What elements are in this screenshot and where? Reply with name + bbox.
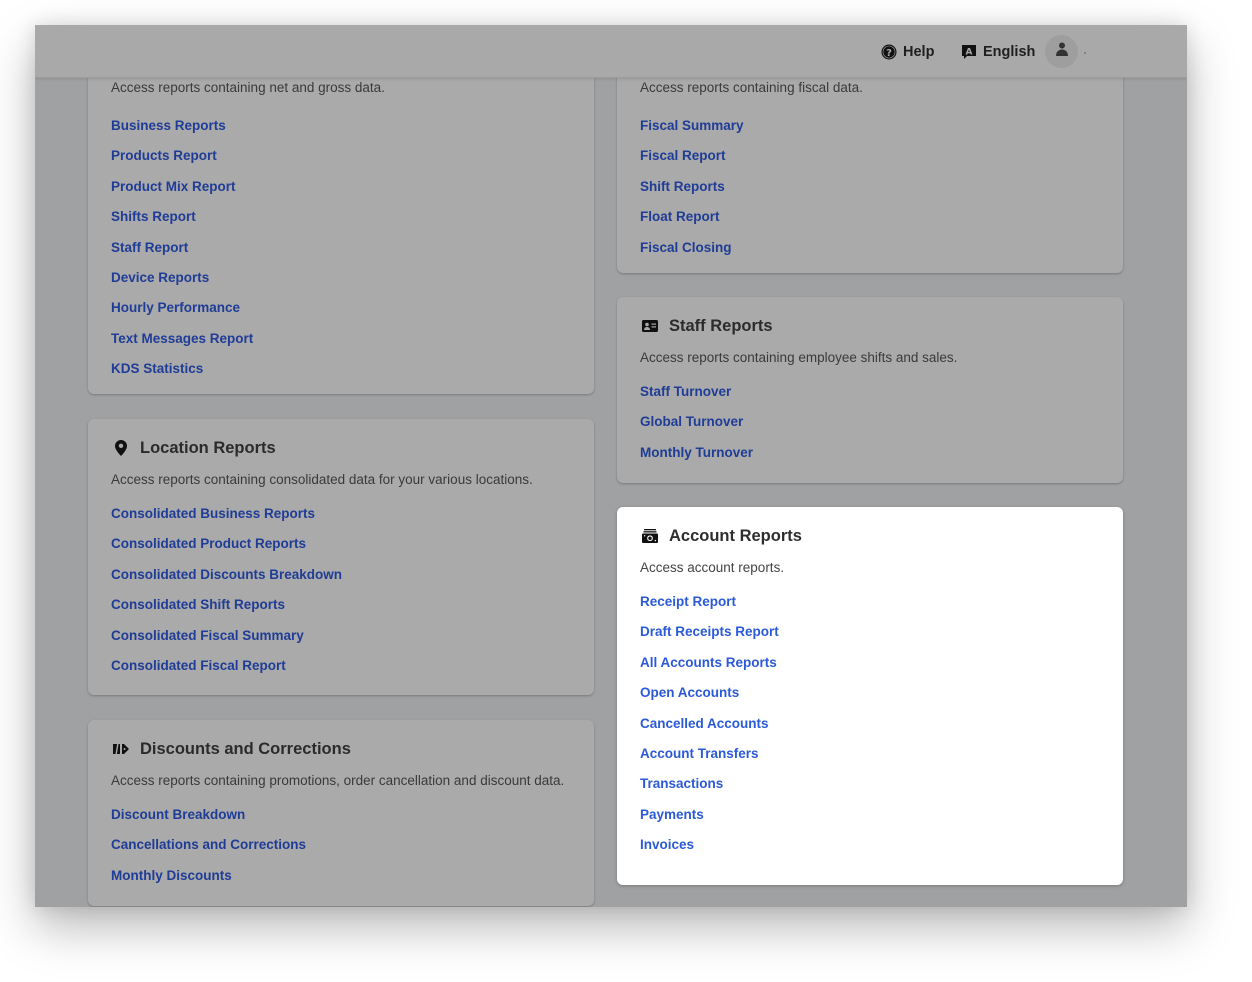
staff-links: Staff Turnover Global Turnover Monthly T… xyxy=(640,383,1100,474)
staff-reports-card: Staff Reports Access reports containing … xyxy=(617,297,1123,483)
card-title-text: Staff Reports xyxy=(669,316,773,335)
cash-register-icon xyxy=(640,529,660,543)
user-avatar-button[interactable] xyxy=(1045,35,1078,68)
language-label: English xyxy=(983,43,1036,60)
sales-links: Business Reports Products Report Product… xyxy=(111,117,253,391)
avatar-indicator xyxy=(1084,52,1086,54)
link-device-reports[interactable]: Device Reports xyxy=(111,269,253,299)
link-staff-turnover[interactable]: Staff Turnover xyxy=(640,383,1100,413)
link-monthly-turnover[interactable]: Monthly Turnover xyxy=(640,444,1100,474)
link-consolidated-business-reports[interactable]: Consolidated Business Reports xyxy=(111,505,571,535)
card-title: Location Reports xyxy=(111,436,571,460)
discounts-links: Discount Breakdown Cancellations and Cor… xyxy=(111,806,571,897)
card-title: Account Reports xyxy=(640,524,1100,548)
card-title-text: Location Reports xyxy=(140,438,276,457)
link-global-turnover[interactable]: Global Turnover xyxy=(640,413,1100,443)
link-fiscal-summary[interactable]: Fiscal Summary xyxy=(640,117,744,147)
account-links: Receipt Report Draft Receipts Report All… xyxy=(640,593,1100,867)
card-description: Access reports containing promotions, or… xyxy=(111,773,565,788)
link-product-mix-report[interactable]: Product Mix Report xyxy=(111,178,253,208)
link-payments[interactable]: Payments xyxy=(640,806,1100,836)
card-title: Discounts and Corrections xyxy=(111,737,571,761)
card-description: Access reports containing net and gross … xyxy=(111,80,385,95)
link-fiscal-report[interactable]: Fiscal Report xyxy=(640,147,744,177)
card-title-text: Account Reports xyxy=(669,526,802,545)
link-monthly-discounts[interactable]: Monthly Discounts xyxy=(111,867,571,897)
link-kds-statistics[interactable]: KDS Statistics xyxy=(111,360,253,390)
link-text-messages-report[interactable]: Text Messages Report xyxy=(111,330,253,360)
link-shifts-report[interactable]: Shifts Report xyxy=(111,208,253,238)
discounts-corrections-card: Discounts and Corrections Access reports… xyxy=(88,720,594,906)
link-open-accounts[interactable]: Open Accounts xyxy=(640,684,1100,714)
link-consolidated-shift-reports[interactable]: Consolidated Shift Reports xyxy=(111,596,571,626)
location-reports-card: Location Reports Access reports containi… xyxy=(88,419,594,695)
help-button[interactable]: ? Help xyxy=(881,25,934,78)
user-icon xyxy=(1055,42,1068,61)
ticket-icon xyxy=(111,743,131,755)
card-title-text: Discounts and Corrections xyxy=(140,739,351,758)
card-description: Access reports containing employee shift… xyxy=(640,350,958,365)
map-pin-icon xyxy=(111,440,131,456)
fiscal-links: Fiscal Summary Fiscal Report Shift Repor… xyxy=(640,117,744,269)
link-cancellations-corrections[interactable]: Cancellations and Corrections xyxy=(111,836,571,866)
link-hourly-performance[interactable]: Hourly Performance xyxy=(111,299,253,329)
link-shift-reports[interactable]: Shift Reports xyxy=(640,178,744,208)
account-reports-card: Account Reports Access account reports. … xyxy=(617,507,1123,885)
language-icon: A xyxy=(961,44,977,60)
link-staff-report[interactable]: Staff Report xyxy=(111,239,253,269)
link-consolidated-fiscal-summary[interactable]: Consolidated Fiscal Summary xyxy=(111,627,571,657)
top-header: ? Help A English xyxy=(35,25,1187,78)
link-consolidated-discounts-breakdown[interactable]: Consolidated Discounts Breakdown xyxy=(111,566,571,596)
question-circle-icon: ? xyxy=(881,44,897,60)
app-window: ? Help A English Access reports containi… xyxy=(35,25,1187,907)
link-business-reports[interactable]: Business Reports xyxy=(111,117,253,147)
link-consolidated-fiscal-report[interactable]: Consolidated Fiscal Report xyxy=(111,657,571,687)
sales-reports-card: Access reports containing net and gross … xyxy=(88,25,594,394)
link-products-report[interactable]: Products Report xyxy=(111,147,253,177)
link-receipt-report[interactable]: Receipt Report xyxy=(640,593,1100,623)
card-description: Access reports containing consolidated d… xyxy=(111,472,533,487)
language-selector[interactable]: A English xyxy=(961,25,1035,78)
card-title: Staff Reports xyxy=(640,314,1100,338)
link-fiscal-closing[interactable]: Fiscal Closing xyxy=(640,239,744,269)
help-label: Help xyxy=(903,43,935,60)
svg-text:A: A xyxy=(966,47,973,57)
link-discount-breakdown[interactable]: Discount Breakdown xyxy=(111,806,571,836)
link-account-transfers[interactable]: Account Transfers xyxy=(640,745,1100,775)
link-consolidated-product-reports[interactable]: Consolidated Product Reports xyxy=(111,535,571,565)
link-transactions[interactable]: Transactions xyxy=(640,775,1100,805)
link-cancelled-accounts[interactable]: Cancelled Accounts xyxy=(640,715,1100,745)
link-float-report[interactable]: Float Report xyxy=(640,208,744,238)
card-description: Access reports containing fiscal data. xyxy=(640,80,863,95)
id-card-icon xyxy=(640,320,660,332)
link-invoices[interactable]: Invoices xyxy=(640,836,1100,866)
svg-text:?: ? xyxy=(886,48,892,59)
link-all-accounts-reports[interactable]: All Accounts Reports xyxy=(640,654,1100,684)
location-links: Consolidated Business Reports Consolidat… xyxy=(111,505,571,687)
card-description: Access account reports. xyxy=(640,560,785,575)
link-draft-receipts-report[interactable]: Draft Receipts Report xyxy=(640,623,1100,653)
